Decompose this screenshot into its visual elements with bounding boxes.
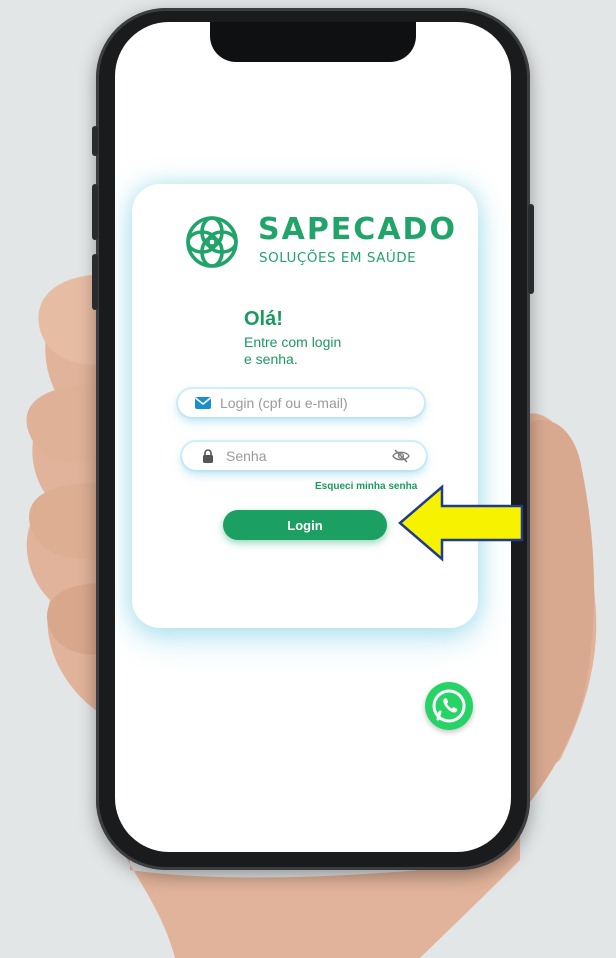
mute-switch — [92, 126, 98, 156]
greeting-line-2: e senha. — [244, 351, 298, 367]
login-input[interactable]: Login (cpf ou e-mail) — [178, 389, 424, 417]
login-button[interactable]: Login — [223, 510, 387, 540]
greeting-title: Olá! — [244, 308, 283, 330]
whatsapp-icon — [432, 689, 466, 723]
sapecado-logo-icon — [186, 216, 238, 268]
password-placeholder: Senha — [226, 448, 267, 464]
brand-tagline: SOLUÇÕES EM SAÚDE — [259, 250, 417, 266]
notch — [210, 22, 416, 62]
volume-down-button — [92, 254, 98, 310]
eye-off-icon[interactable] — [392, 449, 410, 463]
brand-name: SAPECADO — [258, 212, 457, 247]
greeting-line-1: Entre com login — [244, 334, 342, 350]
password-input[interactable]: Senha — [182, 442, 426, 470]
envelope-icon — [195, 397, 211, 409]
arrow-left-icon — [398, 484, 524, 562]
power-button — [528, 204, 534, 294]
phone-screen: SAPECADO SOLUÇÕES EM SAÚDE Olá! Entre co… — [115, 22, 511, 852]
login-placeholder: Login (cpf ou e-mail) — [220, 395, 348, 411]
whatsapp-button[interactable] — [425, 682, 473, 730]
volume-up-button — [92, 184, 98, 240]
lock-icon — [203, 448, 213, 463]
